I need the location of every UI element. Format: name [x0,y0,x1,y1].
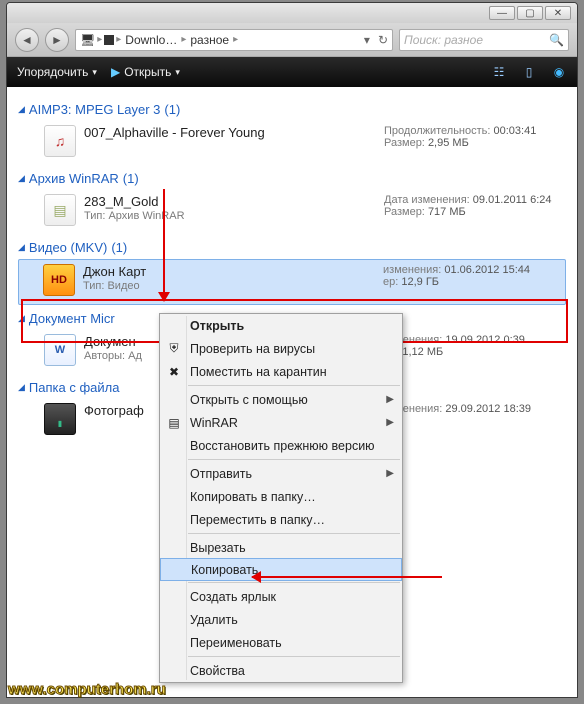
menu-copy-to[interactable]: Копировать в папку… [160,485,402,508]
lock-icon: ✖ [166,364,182,380]
titlebar: ― ▢ ✕ [7,3,577,23]
mp3-icon [44,125,76,157]
close-button[interactable]: ✕ [545,6,571,20]
file-item[interactable]: 007_Alphaville - Forever Young Продолжит… [18,121,566,165]
group-header[interactable]: ◢ Архив WinRAR (1) [18,171,566,186]
annotation-arrow [163,189,165,301]
help-icon[interactable]: ◉ [551,64,567,80]
watermark: www.computerhom.ru [8,681,166,698]
doc-icon: W [44,334,76,366]
file-item-selected[interactable]: HD Джон Карт Тип: Видео изменения: 01.06… [18,259,566,305]
chevron-right-icon: ▸ [233,34,238,45]
hd-video-icon: HD [43,264,75,296]
menu-rename[interactable]: Переименовать [160,631,402,654]
chevron-right-icon: ▸ [116,34,121,45]
winrar-icon: ▤ [166,415,182,431]
collapse-icon: ◢ [18,382,25,393]
file-name: 283_M_Gold [84,194,185,209]
menu-winrar[interactable]: ▤WinRAR▶ [160,411,402,434]
file-name: Докумен [84,334,142,349]
computer-icon: 🖥 [80,33,95,47]
menu-virus-scan[interactable]: ⛨Проверить на вирусы [160,337,402,360]
menu-delete[interactable]: Удалить [160,608,402,631]
breadcrumb[interactable]: 🖥 ▸ ▸ Downlo… ▸ разное ▸ ▾ ↻ [75,29,393,51]
breadcrumb-segment[interactable]: разное [188,33,231,47]
menu-cut[interactable]: Вырезать [160,536,402,559]
explorer-window: ― ▢ ✕ ◄ ► 🖥 ▸ ▸ Downlo… ▸ разное ▸ ▾ ↻ П… [6,2,578,698]
search-placeholder: Поиск: разное [404,33,483,47]
minimize-button[interactable]: ― [489,6,515,20]
search-icon: 🔍 [549,33,564,47]
collapse-icon: ◢ [18,104,25,115]
maximize-button[interactable]: ▢ [517,6,543,20]
chevron-right-icon: ▸ [181,34,186,45]
menu-send-to[interactable]: Отправить▶ [160,462,402,485]
play-icon: ▶ [111,65,120,79]
forward-button[interactable]: ► [45,28,69,52]
toolbar: Упорядочить ▶ Открыть ☷ ▯ ◉ [7,57,577,87]
file-name: Джон Карт [83,264,146,279]
folder-icon [44,403,76,435]
context-menu: Открыть ⛨Проверить на вирусы ✖Поместить … [159,313,403,683]
menu-properties[interactable]: Свойства [160,659,402,682]
shield-icon: ⛨ [166,341,182,357]
collapse-icon: ◢ [18,173,25,184]
file-meta: изменения: 29.09.2012 18:39 [384,403,564,415]
chevron-right-icon: ▸ [97,34,102,45]
file-meta: изменения: 19.09.2012 0:39 ер: 1,12 МБ [384,334,564,358]
organize-button[interactable]: Упорядочить [17,65,97,79]
open-button[interactable]: ▶ Открыть [111,65,180,79]
menu-open-with[interactable]: Открыть с помощью▶ [160,388,402,411]
annotation-arrow [252,576,442,578]
submenu-arrow-icon: ▶ [386,394,394,405]
preview-icon[interactable]: ▯ [521,64,537,80]
collapse-icon: ◢ [18,313,25,324]
menu-move-to[interactable]: Переместить в папку… [160,508,402,531]
breadcrumb-segment[interactable]: Downlo… [123,33,179,47]
submenu-arrow-icon: ▶ [386,468,394,479]
collapse-icon: ◢ [18,242,25,253]
file-meta: изменения: 01.06.2012 15:44 ер: 12,9 ГБ [383,264,563,288]
back-button[interactable]: ◄ [15,28,39,52]
search-input[interactable]: Поиск: разное 🔍 [399,29,569,51]
refresh-icon[interactable]: ↻ [378,33,388,47]
file-meta: Дата изменения: 09.01.2011 6:24 Размер: … [384,194,564,218]
file-meta: Продолжительность: 00:03:41 Размер: 2,95… [384,125,564,149]
file-name: Фотограф [84,403,144,418]
menu-quarantine[interactable]: ✖Поместить на карантин [160,360,402,383]
file-name: 007_Alphaville - Forever Young [84,125,265,140]
drive-icon [104,35,114,45]
menu-restore-version[interactable]: Восстановить прежнюю версию [160,434,402,457]
navbar: ◄ ► 🖥 ▸ ▸ Downlo… ▸ разное ▸ ▾ ↻ Поиск: … [7,23,577,57]
menu-open[interactable]: Открыть [160,314,402,337]
group-header[interactable]: ◢ AIMP3: MPEG Layer 3 (1) [18,102,566,117]
submenu-arrow-icon: ▶ [386,417,394,428]
group-header[interactable]: ◢ Видео (MKV) (1) [18,240,566,255]
file-item[interactable]: 283_M_Gold Тип: Архив WinRAR Дата измене… [18,190,566,234]
menu-create-shortcut[interactable]: Создать ярлык [160,585,402,608]
view-icon[interactable]: ☷ [491,64,507,80]
rar-icon [44,194,76,226]
dropdown-icon[interactable]: ▾ [364,33,370,47]
